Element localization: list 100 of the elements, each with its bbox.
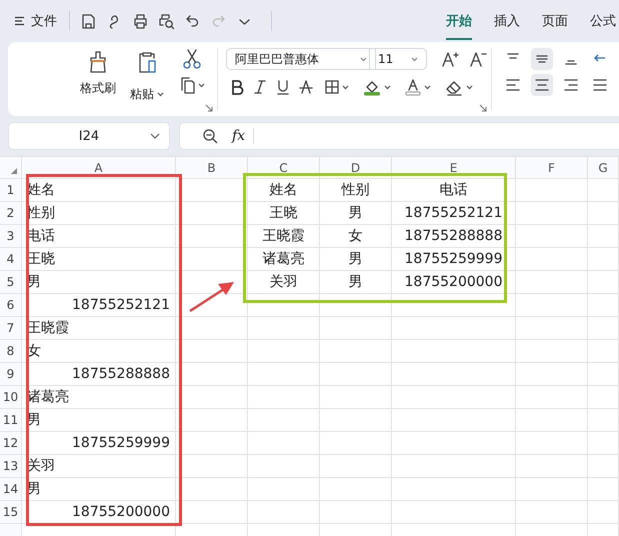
print-preview-icon[interactable] xyxy=(158,12,175,30)
table-cell: 关羽 xyxy=(22,455,176,478)
ribbon-tab[interactable]: 公式 xyxy=(590,2,616,40)
decrease-font-icon[interactable] xyxy=(469,50,487,68)
row-header[interactable]: 11 xyxy=(0,409,22,432)
table-cell xyxy=(320,340,392,363)
strikethrough-icon[interactable] xyxy=(299,79,313,95)
table-cell xyxy=(176,340,248,363)
table-cell xyxy=(248,432,320,455)
table-cell xyxy=(516,455,588,478)
font-name-select[interactable]: 阿里巴巴普惠体 xyxy=(226,48,376,70)
table-cell xyxy=(516,363,588,386)
ribbon-tab[interactable]: 开始 xyxy=(446,2,472,40)
table-cell: 18755252121 xyxy=(392,202,516,225)
table-cell xyxy=(248,455,320,478)
table-cell: 女 xyxy=(22,340,176,363)
column-header[interactable]: F xyxy=(516,157,588,179)
table-cell xyxy=(248,294,320,317)
file-menu-button[interactable]: 文件 xyxy=(10,10,61,32)
table-cell xyxy=(176,248,248,271)
select-all-button[interactable] xyxy=(0,157,22,179)
dialog-launcher-icon[interactable] xyxy=(205,104,213,112)
table-cell xyxy=(516,501,588,524)
caret-icon[interactable] xyxy=(198,82,205,88)
bold-icon[interactable] xyxy=(230,79,244,95)
caret-icon[interactable] xyxy=(360,56,367,62)
caret-icon[interactable] xyxy=(411,56,418,62)
table-cell xyxy=(516,409,588,432)
print-icon[interactable] xyxy=(132,12,149,30)
table-cell: 姓名 xyxy=(248,179,320,202)
table-cell: 女 xyxy=(320,225,392,248)
insert-function-button[interactable]: fx xyxy=(230,128,254,144)
table-cell: 诸葛亮 xyxy=(248,248,320,271)
row-header[interactable]: 14 xyxy=(0,478,22,501)
underline-icon[interactable] xyxy=(276,79,290,95)
table-cell xyxy=(320,432,392,455)
table-cell: 男 xyxy=(22,409,176,432)
row-header[interactable]: 15 xyxy=(0,501,22,524)
row-header[interactable]: 7 xyxy=(0,317,22,340)
row-header[interactable]: 13 xyxy=(0,455,22,478)
caret-icon[interactable] xyxy=(424,84,431,90)
table-cell: 王晓霞 xyxy=(22,317,176,340)
caret-icon[interactable] xyxy=(342,84,349,90)
row-header[interactable]: 9 xyxy=(0,363,22,386)
save-icon[interactable] xyxy=(80,12,97,30)
table-cell xyxy=(248,478,320,501)
select-all-icon xyxy=(10,167,18,175)
row-header[interactable]: 5 xyxy=(0,271,22,294)
name-box[interactable]: I24 xyxy=(8,122,170,150)
undo-icon[interactable] xyxy=(184,12,201,30)
column-header[interactable]: G xyxy=(588,157,619,179)
table-cell xyxy=(516,225,588,248)
table-cell: 男 xyxy=(320,248,392,271)
caret-icon[interactable] xyxy=(384,84,391,90)
table-cell: 王晓霞 xyxy=(248,225,320,248)
table-cell xyxy=(176,294,248,317)
column-header[interactable]: B xyxy=(176,157,248,179)
paste-button[interactable]: 粘贴 xyxy=(128,84,166,105)
row-header[interactable]: 1 xyxy=(0,179,22,202)
row-header[interactable]: 8 xyxy=(0,340,22,363)
row-header[interactable]: 2 xyxy=(0,202,22,225)
table-cell xyxy=(320,386,392,409)
table-cell: 男 xyxy=(320,202,392,225)
increase-font-icon[interactable] xyxy=(441,50,459,68)
ribbon-tab[interactable]: 插入 xyxy=(494,2,520,40)
table-cell: 王晓 xyxy=(248,202,320,225)
table-cell: 18755200000 xyxy=(392,271,516,294)
formula-input[interactable]: fx xyxy=(179,122,619,150)
font-color-icon[interactable] xyxy=(404,78,422,96)
table-cell xyxy=(248,501,320,524)
dialog-launcher-icon[interactable] xyxy=(479,104,487,112)
menu-icon xyxy=(14,16,25,26)
caret-icon[interactable] xyxy=(157,92,164,97)
table-cell xyxy=(516,179,588,202)
table-cell xyxy=(176,202,248,225)
zoom-out-icon[interactable] xyxy=(202,128,218,144)
table-cell: 18755252121 xyxy=(22,294,176,317)
table-cell xyxy=(320,363,392,386)
table-cell xyxy=(516,248,588,271)
row-header[interactable]: 4 xyxy=(0,248,22,271)
row-header[interactable]: 3 xyxy=(0,225,22,248)
borders-icon[interactable] xyxy=(324,79,340,95)
caret-icon[interactable] xyxy=(466,84,473,90)
table-cell: 关羽 xyxy=(248,271,320,294)
scissors-icon[interactable] xyxy=(180,48,202,70)
format-painter-button[interactable]: 格式刷 xyxy=(78,48,118,110)
table-cell xyxy=(320,478,392,501)
table-cell: 男 xyxy=(22,271,176,294)
ribbon-tab[interactable]: 页面 xyxy=(542,2,568,40)
table-cell xyxy=(516,294,588,317)
table-cell: 诸葛亮 xyxy=(22,386,176,409)
row-header[interactable]: 12 xyxy=(0,432,22,455)
row-header[interactable]: 6 xyxy=(0,294,22,317)
table-cell xyxy=(176,363,248,386)
row-header[interactable]: 10 xyxy=(0,386,22,409)
table-cell xyxy=(176,432,248,455)
table-cell xyxy=(516,432,588,455)
table-cell xyxy=(248,363,320,386)
italic-icon[interactable] xyxy=(253,79,267,95)
font-size-select[interactable]: 11 xyxy=(369,48,427,70)
